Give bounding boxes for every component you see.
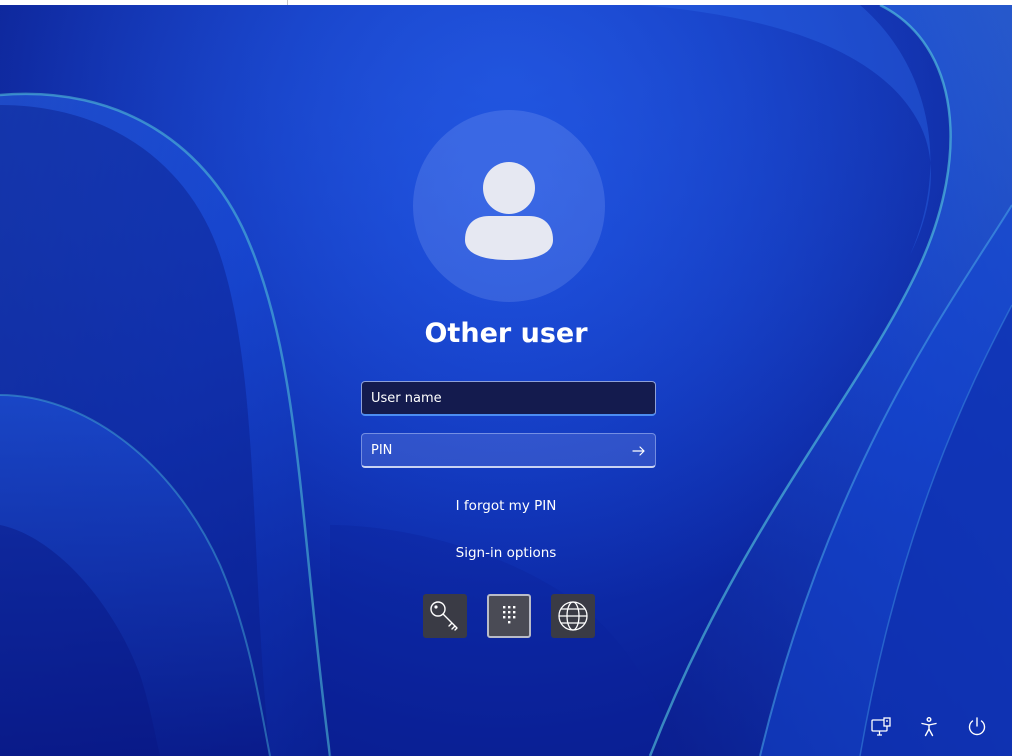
lock-screen: Other user I forgot my PIN Sign-in optio… xyxy=(0,5,1012,756)
submit-arrow-icon[interactable] xyxy=(631,443,647,459)
pin-field[interactable] xyxy=(361,433,656,468)
forgot-pin-link[interactable]: I forgot my PIN xyxy=(456,498,557,514)
person-icon xyxy=(465,162,553,260)
signin-options-row: Sign-in options xyxy=(0,545,1012,561)
keypad-icon xyxy=(503,606,516,624)
web-signin-option[interactable] xyxy=(551,594,595,638)
pin-input[interactable] xyxy=(362,434,655,466)
forgot-pin-row: I forgot my PIN xyxy=(0,498,1012,514)
username-field[interactable] xyxy=(361,381,656,416)
user-avatar xyxy=(413,110,605,302)
key-icon xyxy=(430,601,458,631)
username-input[interactable] xyxy=(362,382,655,414)
user-display-name: Other user xyxy=(424,318,588,349)
accessibility-icon[interactable] xyxy=(917,715,941,739)
globe-icon xyxy=(558,601,588,631)
network-icon[interactable] xyxy=(869,715,893,739)
power-icon[interactable] xyxy=(965,715,989,739)
signin-options-link[interactable]: Sign-in options xyxy=(456,545,557,561)
password-signin-option[interactable] xyxy=(423,594,467,638)
pin-signin-option[interactable] xyxy=(487,594,531,638)
